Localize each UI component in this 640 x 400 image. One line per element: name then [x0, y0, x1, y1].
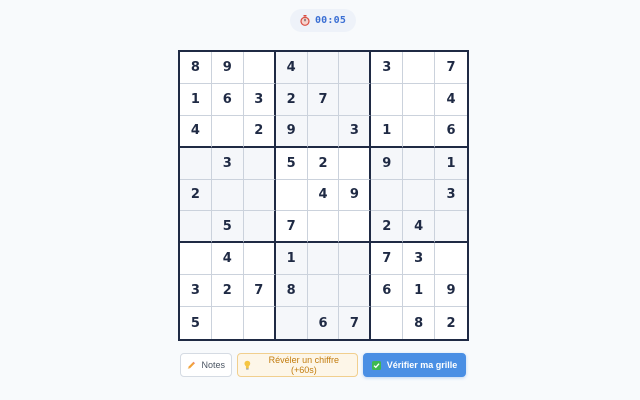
reveal-digit-button[interactable]: Révéler un chiffre (+60s): [237, 353, 358, 377]
sudoku-cell[interactable]: [339, 147, 372, 180]
timer-badge: 00:05: [290, 9, 356, 32]
sudoku-cell[interactable]: [371, 179, 404, 212]
sudoku-cell[interactable]: [371, 307, 404, 339]
sudoku-cell[interactable]: [211, 307, 244, 339]
sudoku-cell[interactable]: 9: [435, 275, 467, 308]
sudoku-cell[interactable]: [243, 147, 276, 180]
sudoku-cell[interactable]: 1: [180, 83, 212, 116]
sudoku-cell[interactable]: [275, 179, 308, 212]
sudoku-cell[interactable]: 7: [243, 275, 276, 308]
sudoku-cell[interactable]: [243, 211, 276, 244]
sudoku-cell[interactable]: [307, 211, 340, 244]
sudoku-cell[interactable]: [339, 243, 372, 276]
notes-label: Notes: [201, 360, 225, 370]
sudoku-cell[interactable]: [243, 307, 276, 339]
sudoku-cell[interactable]: 3: [435, 179, 467, 212]
sudoku-cell[interactable]: [403, 147, 436, 180]
sudoku-cell[interactable]: 6: [435, 115, 467, 148]
sudoku-cell[interactable]: [243, 179, 276, 212]
sudoku-cell[interactable]: 9: [211, 52, 244, 84]
sudoku-cell[interactable]: 4: [211, 243, 244, 276]
sudoku-board: 8943716327442931635291249357244173327861…: [178, 50, 469, 341]
sudoku-cell[interactable]: 3: [180, 275, 212, 308]
sudoku-cell[interactable]: [339, 211, 372, 244]
sudoku-cell[interactable]: 5: [180, 307, 212, 339]
sudoku-cell[interactable]: [307, 52, 340, 84]
sudoku-cell[interactable]: 7: [371, 243, 404, 276]
sudoku-cell[interactable]: 3: [243, 83, 276, 116]
sudoku-cell[interactable]: [307, 243, 340, 276]
sudoku-cell[interactable]: [403, 179, 436, 212]
sudoku-cell[interactable]: 6: [211, 83, 244, 116]
sudoku-cell[interactable]: [371, 83, 404, 116]
sudoku-cell[interactable]: 1: [435, 147, 467, 180]
sudoku-cell[interactable]: [275, 307, 308, 339]
sudoku-cell[interactable]: 2: [243, 115, 276, 148]
sudoku-cell[interactable]: 5: [211, 211, 244, 244]
sudoku-cell[interactable]: 4: [435, 83, 467, 116]
sudoku-cell[interactable]: 2: [211, 275, 244, 308]
sudoku-cell[interactable]: 8: [180, 52, 212, 84]
sudoku-cell[interactable]: 4: [180, 115, 212, 148]
sudoku-cell[interactable]: 2: [275, 83, 308, 116]
lightbulb-icon: [244, 360, 251, 370]
sudoku-cell[interactable]: [243, 243, 276, 276]
sudoku-cell[interactable]: 7: [275, 211, 308, 244]
verify-label: Vérifier ma grille: [386, 360, 458, 370]
sudoku-cell[interactable]: [403, 115, 436, 148]
sudoku-cell[interactable]: [180, 211, 212, 244]
sudoku-cell[interactable]: 1: [371, 115, 404, 148]
sudoku-cell[interactable]: 3: [339, 115, 372, 148]
pencil-icon: [187, 361, 195, 369]
check-box-icon: [371, 360, 381, 370]
sudoku-cell[interactable]: 7: [435, 52, 467, 84]
sudoku-cell[interactable]: [307, 115, 340, 148]
sudoku-cell[interactable]: 9: [371, 147, 404, 180]
sudoku-cell[interactable]: [211, 179, 244, 212]
sudoku-cell[interactable]: 2: [371, 211, 404, 244]
sudoku-cell[interactable]: 3: [371, 52, 404, 84]
sudoku-cell[interactable]: 8: [403, 307, 436, 339]
sudoku-cell[interactable]: 4: [403, 211, 436, 244]
sudoku-cell[interactable]: 8: [275, 275, 308, 308]
sudoku-cell[interactable]: 1: [403, 275, 436, 308]
sudoku-cell[interactable]: [339, 83, 372, 116]
sudoku-cell[interactable]: 9: [339, 179, 372, 212]
sudoku-cell[interactable]: [180, 243, 212, 276]
sudoku-cell[interactable]: 6: [371, 275, 404, 308]
sudoku-cell[interactable]: 3: [211, 147, 244, 180]
sudoku-cell[interactable]: [180, 147, 212, 180]
sudoku-cell[interactable]: 4: [275, 52, 308, 84]
sudoku-cell[interactable]: 3: [403, 243, 436, 276]
sudoku-cell[interactable]: 4: [307, 179, 340, 212]
timer-value: 00:05: [314, 15, 347, 26]
sudoku-cell[interactable]: 2: [180, 179, 212, 212]
sudoku-cell[interactable]: 5: [275, 147, 308, 180]
sudoku-cell[interactable]: [435, 243, 467, 276]
sudoku-cell[interactable]: 9: [275, 115, 308, 148]
reveal-label: Révéler un chiffre (+60s): [268, 355, 340, 375]
sudoku-cell[interactable]: [307, 275, 340, 308]
notes-button[interactable]: Notes: [180, 353, 232, 377]
sudoku-cell[interactable]: 7: [339, 307, 372, 339]
sudoku-cell[interactable]: [339, 52, 372, 84]
stopwatch-icon: [300, 15, 310, 26]
sudoku-cell[interactable]: 2: [307, 147, 340, 180]
sudoku-cell[interactable]: [243, 52, 276, 84]
sudoku-cell[interactable]: [211, 115, 244, 148]
sudoku-cell[interactable]: [435, 211, 467, 244]
verify-grid-button[interactable]: Vérifier ma grille: [363, 353, 466, 377]
sudoku-cell[interactable]: [403, 52, 436, 84]
sudoku-cell[interactable]: 2: [435, 307, 467, 339]
sudoku-cell[interactable]: 7: [307, 83, 340, 116]
sudoku-cell[interactable]: 6: [307, 307, 340, 339]
sudoku-cell[interactable]: [403, 83, 436, 116]
sudoku-cell[interactable]: [339, 275, 372, 308]
sudoku-cell[interactable]: 1: [275, 243, 308, 276]
